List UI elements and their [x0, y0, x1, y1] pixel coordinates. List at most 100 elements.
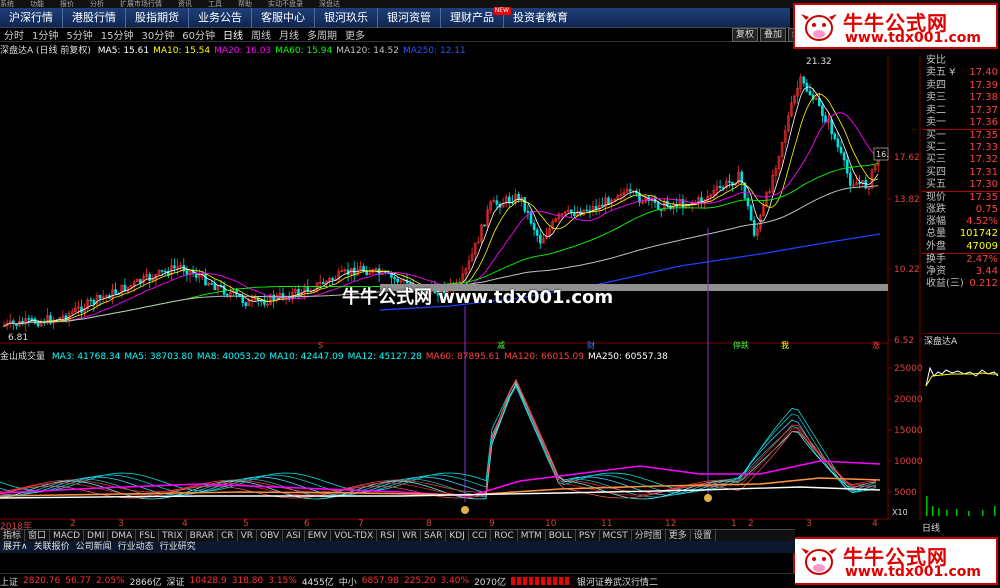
period-tab[interactable]: 周线 [247, 27, 275, 42]
indicator-tab[interactable]: 更多 [666, 530, 691, 541]
vol-tick: 5000 [894, 488, 917, 498]
indicator-tab[interactable]: MCST [600, 530, 632, 541]
indicator-tab[interactable]: DMA [108, 530, 137, 541]
volume-indicator-title: 金山成交量 [0, 352, 46, 362]
status-item: 2820.76 [23, 576, 61, 586]
candle-body [80, 306, 83, 313]
date-tick: 1 [731, 519, 737, 529]
market-strength-bars [510, 577, 571, 585]
quote-label: 卖二 [926, 104, 946, 116]
quote-row: 卖三 17.38 [922, 92, 1000, 104]
indicator-tab[interactable]: CCI [469, 530, 492, 541]
date-tick: 6 [304, 519, 310, 529]
period-tab[interactable]: 更多 [341, 27, 369, 42]
candle-body [263, 300, 266, 305]
quote-label: 净资 [926, 265, 946, 277]
quote-row: 换手 2.47% [922, 253, 1000, 265]
nav-tab[interactable]: 银河资管 [378, 7, 441, 28]
indicator-tab[interactable]: FSL [136, 530, 159, 541]
indicator-tab[interactable]: ASI [283, 530, 305, 541]
indicator-tab[interactable]: BOLL [546, 530, 576, 541]
nav-tab[interactable]: 理财产品 NEW [441, 6, 511, 28]
indicator-tab[interactable]: EMV [305, 530, 332, 541]
brand-logo-top: 牛牛公式网 www.tdx001.com [793, 3, 998, 49]
period-tab[interactable]: 月线 [275, 27, 303, 42]
volume-ma-line [0, 380, 877, 499]
period-tab[interactable]: 多周期 [303, 27, 341, 42]
nav-tab[interactable]: 客服中心 [252, 7, 315, 28]
info-tab[interactable]: 行业研究 [157, 541, 199, 553]
quote-row: 买二 17.33 [922, 142, 1000, 154]
price-tick: 10.22 [894, 265, 920, 275]
indicator-tab[interactable]: ROC [491, 530, 518, 541]
status-item: 2070亿 [474, 577, 506, 588]
candle-body [845, 159, 849, 174]
chart-tool-button[interactable]: 叠加 [760, 28, 787, 42]
indicator-tab[interactable]: 窗口 [25, 530, 51, 541]
candle-body [628, 189, 632, 192]
indicator-tab[interactable]: TRIX [159, 530, 187, 541]
nav-tab[interactable]: 股指期货 [126, 7, 189, 28]
candle-body [538, 235, 542, 244]
candle-body [194, 273, 198, 278]
quote-row: 收益(三) 0.212 [922, 278, 1000, 290]
price-tick: 17.62 [894, 153, 920, 163]
period-tab[interactable]: 1分钟 [28, 27, 62, 42]
date-tick: 12 [665, 519, 677, 529]
candle-body [92, 300, 96, 305]
indicator-tab[interactable]: DMI [84, 530, 109, 541]
indicator-tab[interactable]: VR [238, 530, 258, 541]
quote-value: 17.33 [969, 141, 998, 153]
nav-tab[interactable]: 业务公告 [189, 7, 252, 28]
quote-value: 17.40 [969, 67, 998, 79]
indicator-tab[interactable]: CR [218, 530, 238, 541]
period-tab[interactable]: 日线 [219, 27, 247, 42]
period-tab[interactable]: 分时 [0, 27, 28, 42]
mini-chart-panel[interactable]: 深盘达A 日线 [922, 333, 1000, 534]
ma-legend: 深盘达A (日线 前复权) MA5: 15.61 MA10: 15.54 MA20:… [0, 43, 470, 56]
chart-tool-button[interactable]: 复权 [732, 28, 759, 42]
indicator-tab[interactable]: MTM [518, 530, 546, 541]
info-tab[interactable]: 展开∧ [0, 541, 31, 553]
candle-body [173, 265, 176, 269]
signal-dot [704, 494, 712, 502]
date-tick: 8 [426, 519, 432, 529]
indicator-tab[interactable]: MACD [50, 530, 85, 541]
mini-chart-tab[interactable]: 日线 [922, 521, 940, 534]
period-tab[interactable]: 15分钟 [97, 27, 138, 42]
date-tick: 4 [872, 519, 878, 529]
info-tab[interactable]: 关联报价 [31, 541, 73, 553]
nav-tab[interactable]: 银河玖乐 [315, 7, 378, 28]
quote-value: 17.32 [969, 154, 998, 166]
info-tab[interactable]: 行业动态 [115, 541, 157, 553]
vol-unit-label: X10 [892, 508, 908, 517]
quote-label: 卖四 [926, 79, 946, 91]
quote-row: 买三 17.32 [922, 154, 1000, 166]
indicator-tab[interactable]: 设置 [691, 530, 716, 541]
vol-legend-item: MA60: 87895.61 [425, 352, 500, 362]
indicator-tab[interactable]: 分时图 [632, 530, 666, 541]
ma-legend-item: MA20: 16.03 [214, 46, 272, 56]
volume-ma-line [0, 385, 877, 498]
indicator-tab[interactable]: SAR [421, 530, 447, 541]
nav-tab[interactable]: 投资者教育 [504, 8, 577, 28]
indicator-tab[interactable]: PSY [576, 530, 600, 541]
indicator-tab[interactable]: VOL-TDX [331, 530, 378, 541]
period-tab[interactable]: 5分钟 [62, 27, 96, 42]
indicator-tab[interactable]: BRAR [187, 530, 219, 541]
candle-body [225, 293, 229, 296]
info-tab[interactable]: 公司新闻 [73, 541, 115, 553]
indicator-tab[interactable]: KDJ [446, 530, 469, 541]
vol-tick: 25000 [894, 364, 922, 374]
quote-row: 卖二 17.37 [922, 105, 1000, 117]
signal-dot [461, 506, 469, 514]
period-tab[interactable]: 30分钟 [137, 27, 178, 42]
indicator-tab[interactable]: 指标 [0, 530, 26, 541]
indicator-tab[interactable]: WR [399, 530, 422, 541]
quote-panel: 安比 卖五 ¥17.40 卖四 17.39 卖三 17.38 卖二 17.37 卖一 17.36 买… [922, 55, 1000, 333]
nav-tab[interactable]: 港股行情 [63, 7, 126, 28]
period-tab[interactable]: 60分钟 [178, 27, 219, 42]
indicator-tab[interactable]: OBV [257, 530, 284, 541]
nav-tab[interactable]: 沪深行情 [0, 7, 63, 28]
indicator-tab[interactable]: RSI [377, 530, 399, 541]
